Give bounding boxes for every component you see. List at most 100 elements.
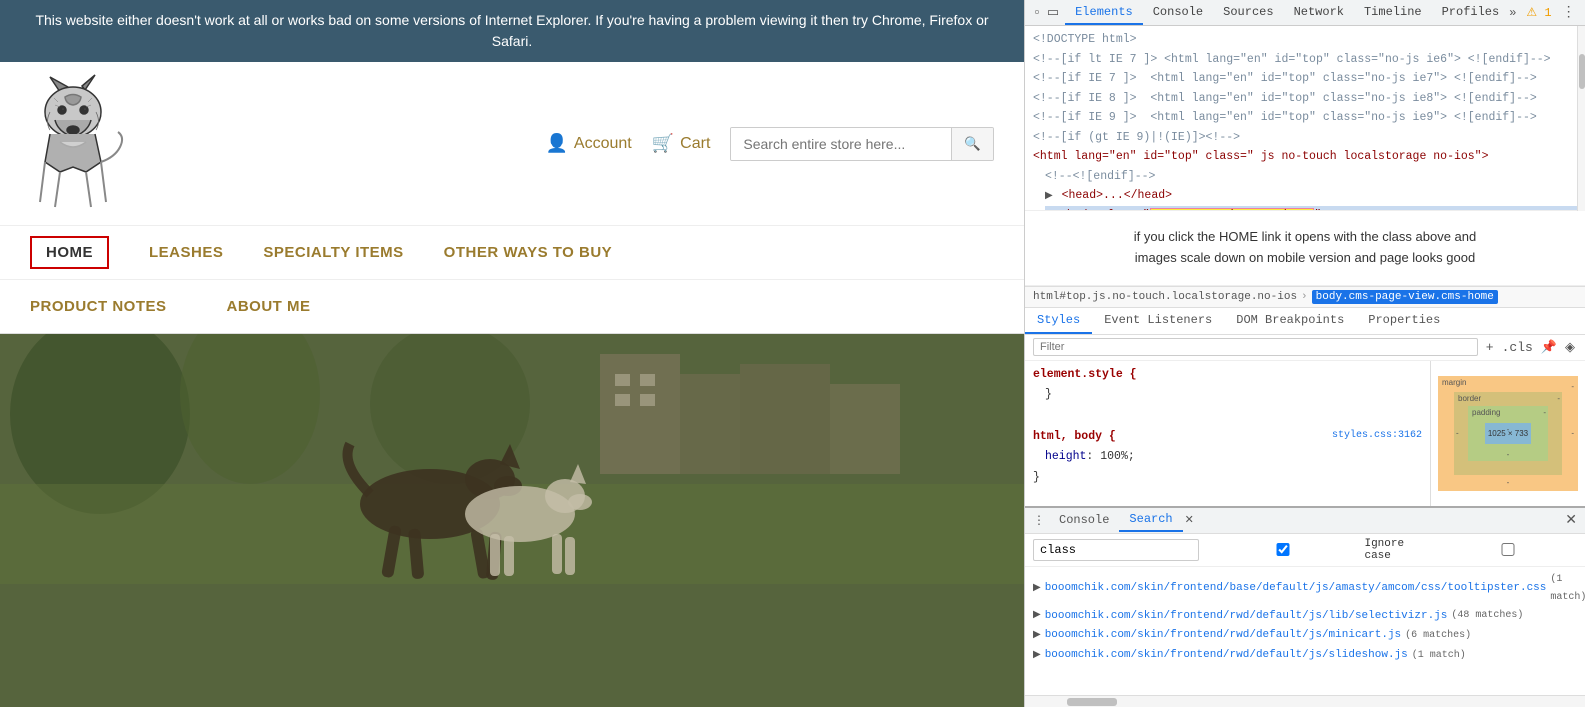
logo-image [30, 72, 130, 212]
ignore-case-option: Ignore case [1205, 538, 1428, 562]
scrollbar-track[interactable] [1577, 26, 1585, 211]
bottom-scrollbar-thumb[interactable] [1067, 698, 1117, 706]
css-rule-html-body: html, body { styles.css:3162 height: 100… [1033, 427, 1422, 489]
header-right: 👤 Account 🛒 Cart 🔍 [546, 127, 995, 161]
styles-content: element.style { } html, body { styles.cs… [1025, 361, 1585, 506]
result-triangle-3[interactable]: ▶ [1033, 627, 1041, 645]
search-button[interactable]: 🔍 [951, 128, 993, 160]
breadcrumb-body[interactable]: body.cms-page-view.cms-home [1312, 290, 1498, 304]
hero-svg [0, 334, 1024, 707]
bottom-scrollbar[interactable] [1025, 695, 1585, 707]
search-result-4: ▶ booomchik.com/skin/frontend/rwd/defaul… [1033, 646, 1577, 666]
devtools-tab-timeline[interactable]: Timeline [1354, 1, 1432, 25]
html-line: <!--<![endif]--> [1045, 167, 1577, 187]
cart-link[interactable]: 🛒 Cart [652, 133, 711, 154]
search-result-1: ▶ booomchik.com/skin/frontend/base/defau… [1033, 571, 1577, 607]
result-url-2[interactable]: booomchik.com/skin/frontend/rwd/default/… [1045, 607, 1448, 627]
styles-tab-properties[interactable]: Properties [1356, 308, 1452, 334]
search-console-input[interactable] [1033, 539, 1199, 561]
devtools-tab-elements[interactable]: Elements [1065, 1, 1143, 25]
devtools-tab-profiles[interactable]: Profiles [1432, 1, 1510, 25]
breadcrumb-html[interactable]: html#top.js.no-touch.localstorage.no-ios [1033, 291, 1297, 303]
primary-nav: HOME LEASHES SPECIALTY ITEMS OTHER WAYS … [0, 226, 1024, 280]
result-count-2: (48 matches) [1451, 607, 1523, 625]
devtools-breadcrumb: html#top.js.no-touch.localstorage.no-ios… [1025, 286, 1585, 308]
user-icon: 👤 [546, 133, 568, 154]
website-panel: This website either doesn't work at all … [0, 0, 1025, 707]
html-line: <!DOCTYPE html> [1033, 30, 1577, 50]
search-results: ▶ booomchik.com/skin/frontend/base/defau… [1025, 567, 1585, 695]
ignore-case-checkbox[interactable] [1205, 543, 1361, 556]
nav-item-specialty[interactable]: SPECIALTY ITEMS [263, 226, 403, 279]
logo-area [30, 72, 130, 215]
nav-item-home[interactable]: HOME [30, 236, 109, 269]
more-tabs-icon[interactable]: » [1509, 6, 1516, 20]
cart-icon: 🛒 [652, 133, 674, 154]
html-line: <!--[if IE 7 ]> <html lang="en" id="top"… [1033, 69, 1577, 89]
devtools-tab-sources[interactable]: Sources [1213, 1, 1283, 25]
styles-rules: element.style { } html, body { styles.cs… [1025, 361, 1430, 506]
box-model: margin - - border - padding - 1025 × 733 [1438, 376, 1578, 491]
nav-item-about-me[interactable]: ABOUT ME [227, 280, 311, 333]
console-tab-search[interactable]: Search [1119, 508, 1182, 532]
inspect-icon[interactable]: ▫ [1033, 5, 1041, 20]
styles-tab-dom-breakpoints[interactable]: DOM Breakpoints [1224, 308, 1356, 334]
cls-button[interactable]: .cls [1500, 338, 1535, 357]
box-model-panel: margin - - border - padding - 1025 × 733 [1430, 361, 1585, 506]
devtools-bottom: ⋮ Console Search ✕ ✕ Ignore case Regular… [1025, 506, 1585, 707]
result-count-3: (6 matches) [1405, 627, 1471, 645]
search-close-x[interactable]: ✕ [1185, 513, 1194, 527]
nav-item-leashes[interactable]: LEASHES [149, 226, 223, 279]
styles-tab-styles[interactable]: Styles [1025, 308, 1092, 334]
add-rule-icon[interactable]: + [1484, 338, 1496, 357]
account-label: Account [574, 135, 632, 153]
console-tabs: ⋮ Console Search ✕ ✕ [1025, 508, 1585, 534]
css-source-link-1[interactable]: styles.css:3162 [1332, 427, 1422, 445]
ie-warning-text: This website either doesn't work at all … [35, 12, 988, 49]
result-triangle-1[interactable]: ▶ [1033, 580, 1041, 598]
nav-item-other[interactable]: OTHER WAYS TO BUY [444, 226, 613, 279]
result-triangle-2[interactable]: ▶ [1033, 607, 1041, 625]
mobile-icon[interactable]: ▭ [1047, 5, 1059, 20]
hero-image [0, 334, 1024, 707]
result-triangle-4[interactable]: ▶ [1033, 647, 1041, 665]
scrollbar-thumb[interactable] [1579, 54, 1585, 89]
filter-row: + .cls 📌 ◈ [1025, 335, 1585, 361]
result-count-1: (1 match) [1550, 571, 1585, 607]
styles-tab-event-listeners[interactable]: Event Listeners [1092, 308, 1224, 334]
console-tab-console[interactable]: Console [1049, 509, 1119, 531]
warning-icon: ⚠ 1 [1526, 5, 1551, 20]
devtools-tab-console[interactable]: Console [1143, 1, 1213, 25]
devtools-styles-tabs: Styles Event Listeners DOM Breakpoints P… [1025, 308, 1585, 335]
search-bar: Ignore case Regular expression [1025, 534, 1585, 567]
result-url-1[interactable]: booomchik.com/skin/frontend/base/default… [1045, 579, 1547, 599]
result-url-3[interactable]: booomchik.com/skin/frontend/rwd/default/… [1045, 626, 1401, 646]
search-icon: 🔍 [964, 136, 981, 151]
devtools-menu-left-icon[interactable]: ⋮ [1033, 513, 1045, 528]
search-input[interactable] [731, 128, 951, 160]
regex-checkbox[interactable] [1434, 543, 1582, 556]
result-count-4: (1 match) [1412, 647, 1466, 665]
devtools-menu-icon[interactable]: ⋮ [1562, 4, 1576, 21]
ie-warning-bar: This website either doesn't work at all … [0, 0, 1024, 62]
filter-input[interactable] [1033, 338, 1478, 356]
html-source: <!DOCTYPE html> <!--[if lt IE 7 ]> <html… [1025, 26, 1585, 211]
search-result-3: ▶ booomchik.com/skin/frontend/rwd/defaul… [1033, 626, 1577, 646]
pin-icon[interactable]: 📌 [1539, 338, 1559, 357]
account-link[interactable]: 👤 Account [546, 133, 632, 154]
search-result-2: ▶ booomchik.com/skin/frontend/rwd/defaul… [1033, 607, 1577, 627]
color-picker-icon[interactable]: ◈ [1563, 338, 1577, 357]
html-line: <html lang="en" id="top" class=" js no-t… [1033, 147, 1577, 167]
devtools-panel: ▫ ▭ Elements Console Sources Network Tim… [1025, 0, 1585, 707]
html-line: <!--[if (gt IE 9)|!(IE)]><!--> [1033, 128, 1577, 148]
info-text-content: if you click the HOME link it opens with… [1134, 229, 1477, 265]
console-close-button[interactable]: ✕ [1565, 512, 1577, 529]
nav-item-product-notes[interactable]: PRODUCT NOTES [30, 280, 167, 333]
html-line: <!--[if IE 8 ]> <html lang="en" id="top"… [1033, 89, 1577, 109]
site-header: 👤 Account 🛒 Cart 🔍 [0, 62, 1024, 226]
devtools-topbar: ▫ ▭ Elements Console Sources Network Tim… [1025, 0, 1585, 26]
devtools-info-text: if you click the HOME link it opens with… [1025, 211, 1585, 286]
devtools-tab-network[interactable]: Network [1284, 1, 1354, 25]
search-box: 🔍 [730, 127, 994, 161]
result-url-4[interactable]: booomchik.com/skin/frontend/rwd/default/… [1045, 646, 1408, 666]
